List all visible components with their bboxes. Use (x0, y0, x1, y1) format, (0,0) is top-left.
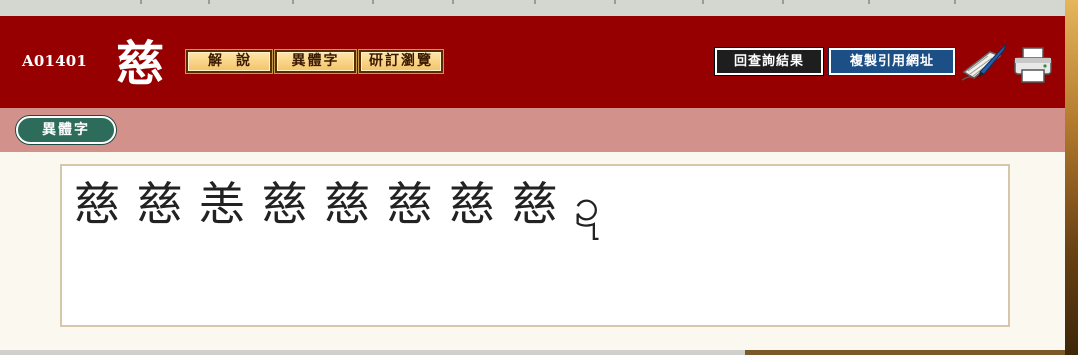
headword: 慈 (116, 36, 165, 92)
entry-header: A01401 慈 解說 異體字 研訂瀏覽 回查詢結果 複製引用網址 (0, 16, 1065, 108)
variant-char[interactable]: 慈 (74, 176, 137, 232)
top-strip (0, 0, 1065, 16)
window-edge (1065, 0, 1078, 355)
tab-variants[interactable]: 異體字 (275, 50, 356, 73)
variant-char[interactable]: ဍ (574, 176, 637, 232)
copy-citation-url-button[interactable]: 複製引用網址 (828, 47, 956, 76)
bottom-strip (0, 350, 745, 355)
back-to-results-button[interactable]: 回查詢結果 (714, 47, 824, 76)
tab-variants-pill[interactable]: 異體字 (16, 116, 116, 144)
section-bar (0, 108, 1065, 152)
entry-code: A01401 (22, 52, 88, 70)
variant-char[interactable]: 慈 (324, 176, 387, 232)
entry-tabs: 解說 異體字 研訂瀏覽 (186, 50, 446, 73)
variant-char[interactable]: 慈 (449, 176, 512, 232)
variant-char[interactable]: 恙 (199, 176, 262, 232)
variant-list: 慈 慈 恙 慈 慈 慈 慈 慈 ဍ (74, 176, 637, 232)
variants-panel: 慈 慈 恙 慈 慈 慈 慈 慈 ဍ (60, 164, 1010, 327)
tab-research-browse[interactable]: 研訂瀏覽 (359, 50, 443, 73)
tab-explanation[interactable]: 解說 (186, 50, 272, 73)
variant-char[interactable]: 慈 (262, 176, 325, 232)
variant-char[interactable]: 慈 (387, 176, 450, 232)
variant-char[interactable]: 慈 (137, 176, 200, 232)
bottom-strip-right (745, 350, 1065, 355)
printer-icon[interactable] (1013, 46, 1053, 84)
quill-pen-icon[interactable] (960, 42, 1008, 84)
variant-char[interactable]: 慈 (512, 176, 575, 232)
